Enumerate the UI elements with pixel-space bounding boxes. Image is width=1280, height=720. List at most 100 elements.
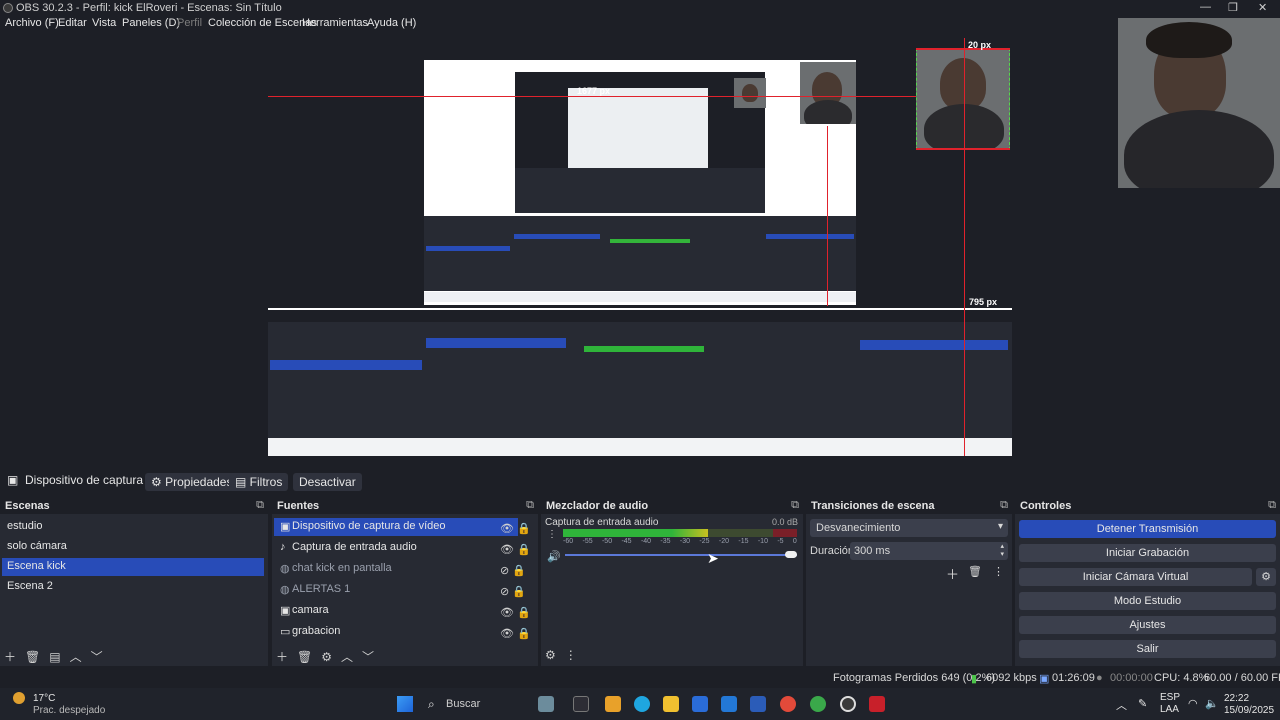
outlook-icon[interactable] [721, 696, 737, 712]
start-recording-button[interactable]: Iniciar Grabación [1019, 544, 1276, 562]
eye-off-icon[interactable]: ⊘ 🔒 [500, 582, 531, 603]
pen-icon[interactable]: ✎ [1138, 697, 1147, 710]
source-item[interactable]: ▭ grabacion [274, 623, 518, 641]
volume-icon[interactable]: 🔈 [1205, 697, 1219, 710]
studio-mode-button[interactable]: Modo Estudio [1019, 592, 1276, 610]
obs-icon[interactable] [840, 696, 856, 712]
scenes-header: Escenas ⧉ [0, 498, 268, 514]
scene-item[interactable]: Escena 2 [2, 578, 266, 596]
source-item[interactable]: ◍ chat kick en pantalla [274, 560, 518, 578]
scene-item-selected[interactable]: Escena kick [2, 558, 264, 576]
source-item[interactable]: ♪ Captura de entrada audio [274, 539, 518, 557]
source-item[interactable]: ▣ camara [274, 602, 518, 620]
chrome-profile-icon[interactable] [810, 696, 826, 712]
app-icon[interactable] [605, 696, 621, 712]
monitor-icon: ▭ [280, 626, 291, 638]
stepper-icon[interactable]: ▴ ▾ [1000, 543, 1004, 559]
wifi-icon[interactable]: ◠ [1188, 697, 1198, 710]
menu-editar[interactable]: Editar [58, 17, 87, 29]
clock-date[interactable]: 15/09/2025 [1224, 705, 1274, 716]
search-icon[interactable]: ⌕ [428, 697, 435, 712]
windows-start-icon[interactable] [397, 696, 413, 712]
eye-off-icon[interactable]: ⊘ 🔒 [500, 561, 531, 582]
virtual-camera-settings-button[interactable]: ⚙ [1256, 568, 1276, 586]
file-explorer-icon[interactable] [663, 696, 679, 712]
duration-input[interactable]: 300 ms ▴ ▾ [850, 542, 1008, 560]
clock-time[interactable]: 22:22 [1224, 693, 1249, 704]
kebab-menu-icon[interactable]: ⋮ [547, 529, 557, 540]
eye-icon[interactable]: 👁 🔒 [500, 519, 531, 540]
transitions-dock: Transiciones de escena ⧉ Desvanecimiento… [806, 498, 1012, 666]
gear-icon[interactable]: ⚙ [321, 650, 332, 664]
menu-ayuda[interactable]: Ayuda (H) [367, 17, 416, 29]
menu-archivo[interactable]: Archivo (F) [5, 17, 59, 29]
bounding-box-bottom [916, 148, 1010, 150]
source-item-selected[interactable]: ▣ Dispositivo de captura de vídeo [274, 518, 518, 536]
maximize-button[interactable]: ❐ [1228, 1, 1238, 14]
volume-slider[interactable] [565, 554, 797, 556]
stop-streaming-button[interactable]: Detener Transmisión [1019, 520, 1276, 538]
nested-capture-deeper [568, 88, 708, 168]
language-bottom[interactable]: LAA [1160, 704, 1179, 715]
move-up-icon[interactable]: ︿ [341, 650, 353, 664]
volume-slider-handle[interactable] [785, 551, 797, 558]
acrobat-icon[interactable] [869, 696, 885, 712]
minimize-button[interactable]: — [1200, 1, 1211, 13]
widgets-icon[interactable] [538, 696, 554, 712]
add-icon[interactable]: ＋ [276, 650, 288, 664]
nested-source-bar [268, 310, 1012, 322]
menu-herramientas[interactable]: Herramientas [302, 17, 368, 29]
menu-perfil[interactable]: Perfil [177, 17, 202, 29]
start-virtual-camera-button[interactable]: Iniciar Cámara Virtual [1019, 568, 1252, 586]
close-button[interactable]: ✕ [1258, 1, 1267, 14]
trash-icon[interactable]: 🗑 [297, 650, 312, 664]
word-icon[interactable] [750, 696, 766, 712]
scene-item[interactable]: estudio [2, 518, 266, 536]
language-top[interactable]: ESP [1160, 692, 1180, 703]
nested-mixer-meter [584, 346, 704, 352]
speaker-icon[interactable]: 🔊 [547, 550, 561, 563]
undock-icon[interactable]: ⧉ [1000, 499, 1008, 512]
nested-selection [514, 234, 600, 239]
store-icon[interactable] [692, 696, 708, 712]
deactivate-button[interactable]: Desactivar [293, 473, 362, 491]
kebab-menu-icon[interactable]: ⋮ [565, 648, 577, 662]
filters-button[interactable]: ▤ Filtros [229, 473, 289, 491]
trash-icon[interactable]: 🗑 [25, 650, 40, 664]
gear-icon[interactable]: ⚙ [545, 648, 556, 662]
undock-icon[interactable]: ⧉ [256, 499, 264, 512]
stream-icon: ▣ [1039, 673, 1050, 685]
menu-vista[interactable]: Vista [92, 17, 116, 29]
menu-coleccion-escenas[interactable]: Colección de Escenas [208, 17, 317, 29]
nested-docks-large [424, 216, 856, 291]
task-view-icon[interactable] [573, 696, 589, 712]
filter-icon[interactable]: ▤ [49, 650, 60, 664]
undock-icon[interactable]: ⧉ [526, 499, 534, 512]
source-item[interactable]: ◍ ALERTAS 1 [274, 581, 518, 599]
transition-select[interactable]: Desvanecimiento ▾ [810, 519, 1008, 537]
edge-icon[interactable] [634, 696, 650, 712]
menu-paneles[interactable]: Paneles (D) [122, 17, 180, 29]
volume-meter-fill [563, 529, 709, 537]
undock-icon[interactable]: ⧉ [791, 499, 799, 512]
properties-button[interactable]: ⚙ Propiedades [145, 473, 239, 491]
add-icon[interactable]: ＋ [946, 564, 959, 583]
move-down-icon[interactable]: ﹀ [362, 650, 374, 664]
move-down-icon[interactable]: ﹀ [91, 650, 103, 664]
undock-icon[interactable]: ⧉ [1268, 499, 1276, 512]
taskbar-search[interactable]: Buscar [446, 698, 480, 710]
eye-icon[interactable]: 👁 🔒 [500, 603, 531, 624]
scene-item[interactable]: solo cámara [2, 538, 266, 556]
transitions-header: Transiciones de escena ⧉ [806, 498, 1012, 514]
chevron-up-icon[interactable]: ︿ [1116, 697, 1127, 713]
kebab-menu-icon[interactable]: ⋮ [993, 565, 1004, 578]
eye-icon[interactable]: 👁 🔒 [500, 624, 531, 645]
eye-icon[interactable]: 👁 🔒 [500, 540, 531, 561]
preview-canvas[interactable]: 1677 px 795 px 20 px [268, 38, 1012, 456]
move-up-icon[interactable]: ︿ [70, 650, 82, 664]
trash-icon[interactable]: 🗑 [968, 565, 982, 578]
chrome-icon[interactable] [780, 696, 796, 712]
settings-button[interactable]: Ajustes [1019, 616, 1276, 634]
add-icon[interactable]: ＋ [4, 650, 16, 664]
exit-button[interactable]: Salir [1019, 640, 1276, 658]
